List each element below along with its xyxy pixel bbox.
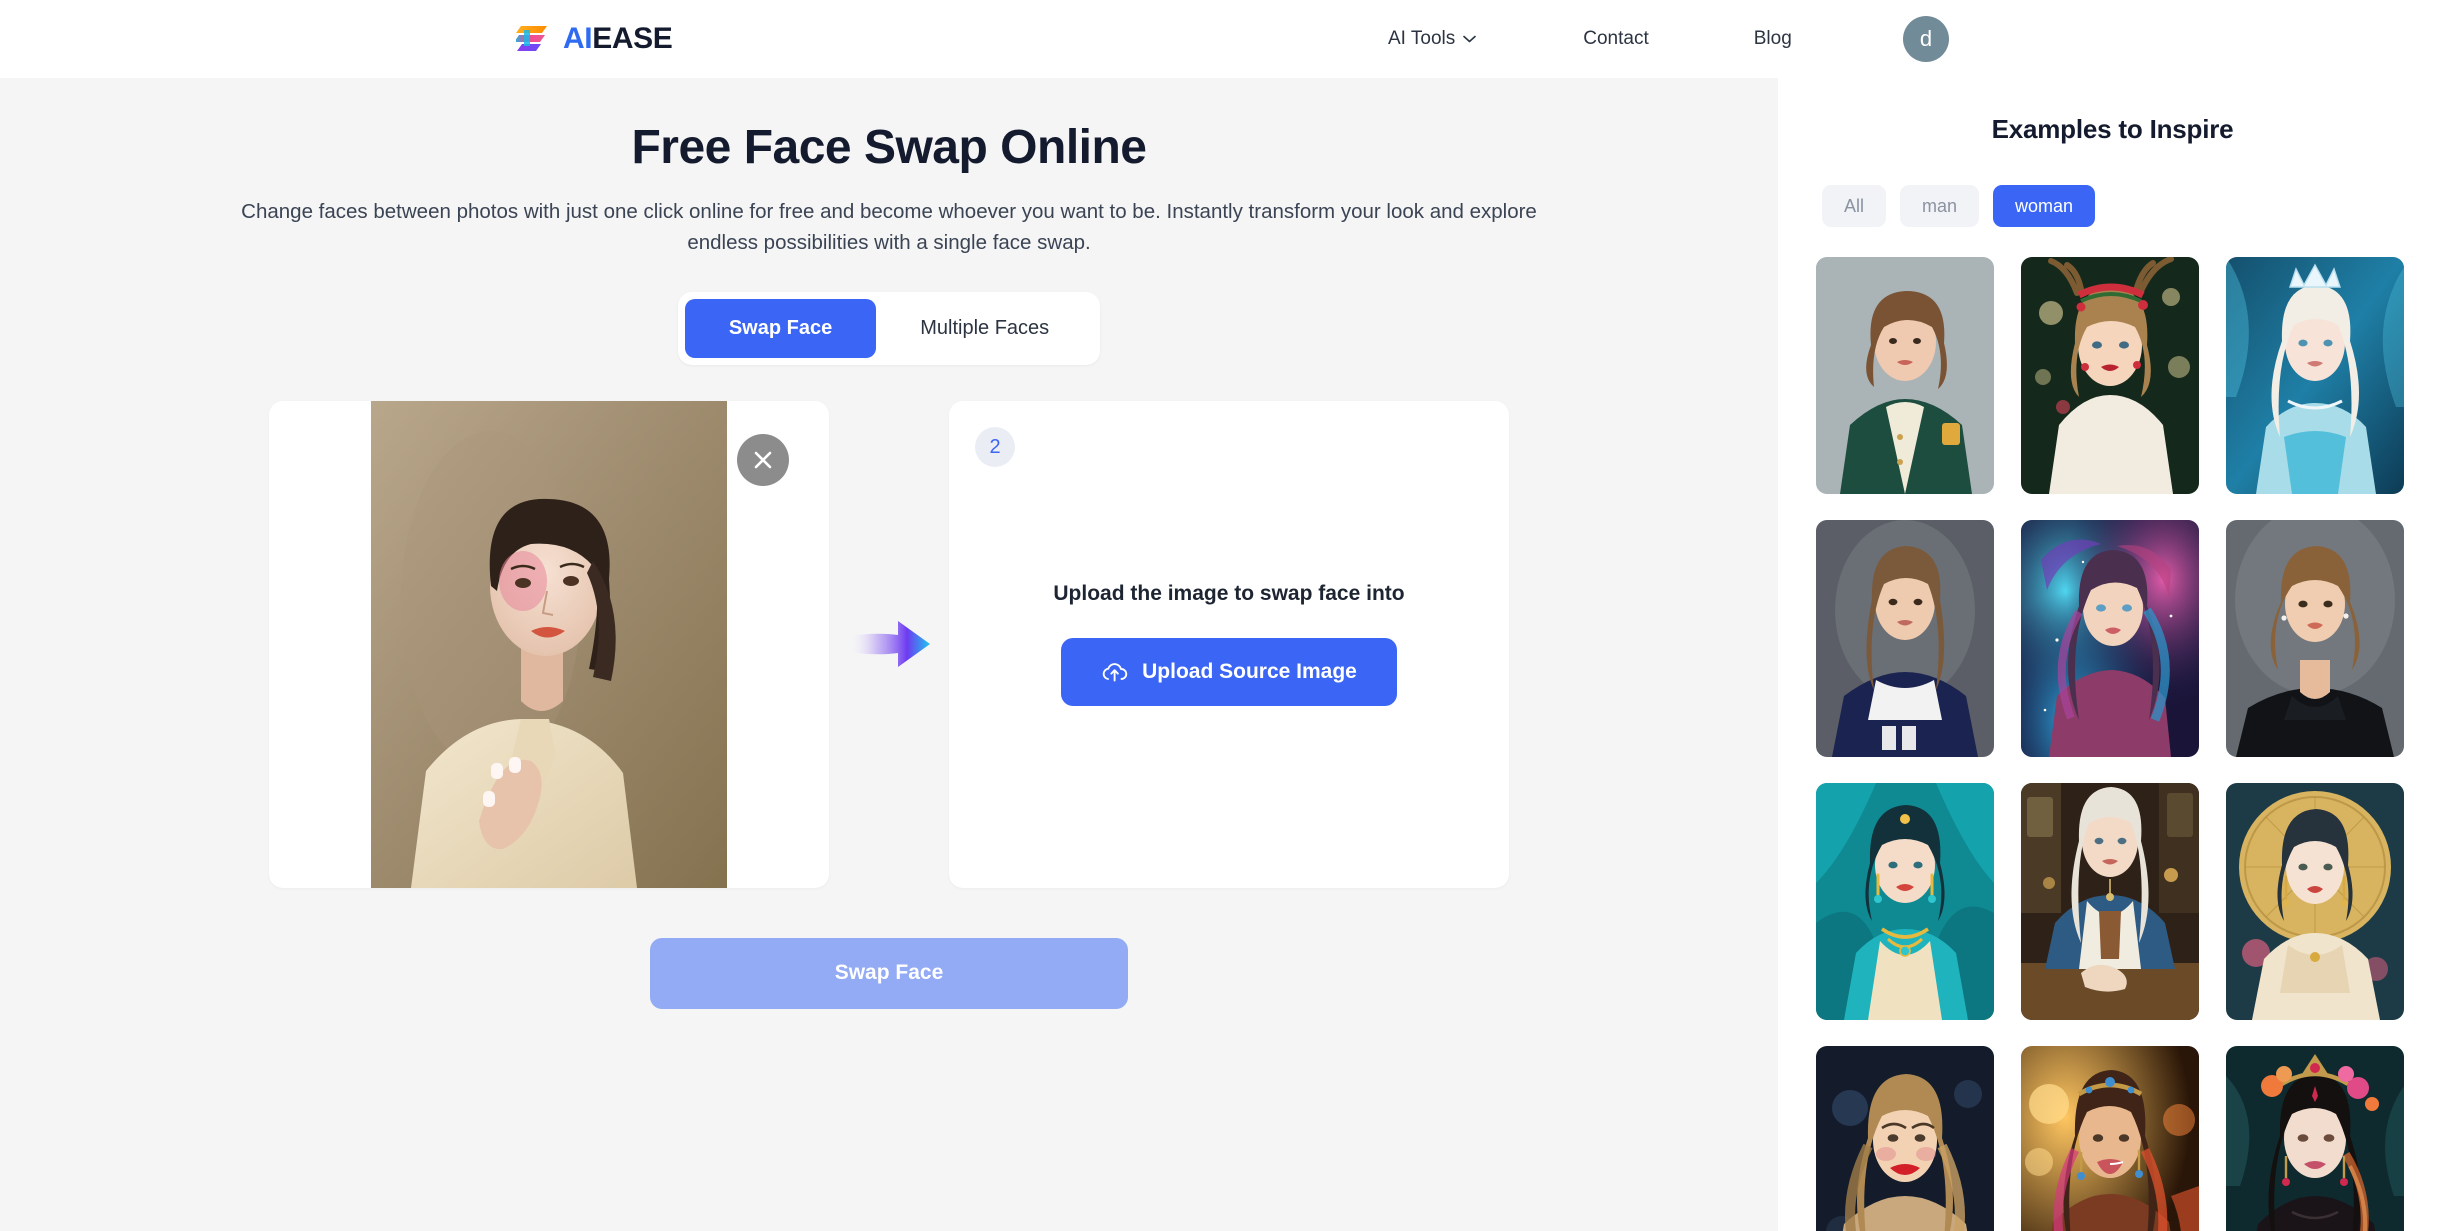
example-thumb-tiara-bokeh[interactable] [2021, 1046, 2199, 1231]
gradient-arrow-right-icon [848, 621, 930, 668]
example-thumb-galaxy-hair[interactable] [2021, 520, 2199, 757]
logo-text: AIEASE [563, 22, 673, 55]
examples-grid [1816, 257, 2409, 1231]
nav-item-ai-tools[interactable]: AI Tools [1388, 28, 1477, 50]
example-thumb-golden-halo[interactable] [2226, 783, 2404, 1020]
tab-multiple-faces[interactable]: Multiple Faces [876, 299, 1093, 358]
mode-tabs: Swap Face Multiple Faces [677, 291, 1101, 365]
tab-swap-face[interactable]: Swap Face [684, 298, 877, 358]
page-root: AIEASE AI Tools Contact Blog d Free Face [0, 0, 2447, 1231]
remove-target-image-button[interactable] [737, 433, 789, 486]
avatar-initial: d [1919, 26, 1933, 51]
teal-goddess-portrait-image [1816, 783, 1994, 1020]
school-jersey-portrait-image [1816, 520, 1994, 757]
example-thumb-black-dress[interactable] [2226, 520, 2404, 757]
example-thumb-school-jersey[interactable] [1816, 520, 1994, 757]
upload-hint-text: Upload the image to swap face into [1053, 582, 1405, 606]
filter-chip-woman[interactable]: woman [1993, 185, 2096, 227]
example-thumb-red-lips-glamour[interactable] [1816, 1046, 1994, 1231]
upload-source-image-label: Upload Source Image [1142, 660, 1357, 684]
tavern-maiden-portrait-image [2021, 783, 2199, 1020]
black-dress-portrait-image [2226, 520, 2404, 757]
examples-title: Examples to Inspire [1991, 114, 2234, 144]
page-title: Free Face Swap Online [631, 121, 1147, 174]
step-badge: 2 [975, 426, 1015, 467]
logo-text-ai: AI [563, 22, 593, 55]
green-cardigan-portrait-image [1816, 257, 1994, 494]
source-upload-panel[interactable]: 2 Upload the image to swap face into Upl… [949, 400, 1509, 888]
nav-item-contact-label: Contact [1583, 28, 1649, 49]
example-thumb-ice-queen[interactable] [2226, 257, 2404, 494]
target-image-panel[interactable] [269, 400, 829, 888]
nav-item-ai-tools-label: AI Tools [1388, 28, 1456, 49]
nav-item-blog[interactable]: Blog [1754, 28, 1792, 50]
cloud-upload-icon [1102, 662, 1128, 682]
nav-item-blog-label: Blog [1753, 28, 1792, 49]
chevron-down-icon [1463, 35, 1477, 43]
example-thumb-green-cardigan[interactable] [1816, 257, 1994, 494]
logo-text-ease: EASE [592, 22, 673, 55]
close-icon [754, 451, 772, 468]
site-header: AIEASE AI Tools Contact Blog d [0, 0, 2447, 78]
example-thumb-tavern-maiden[interactable] [2021, 783, 2199, 1020]
golden-halo-portrait-image [2226, 783, 2404, 1020]
main-content: Free Face Swap Online Change faces betwe… [0, 78, 1778, 1231]
uploaded-target-image [371, 400, 727, 888]
flower-crown-portrait-image [2226, 1046, 2404, 1231]
example-thumb-christmas-reindeer[interactable] [2021, 257, 2199, 494]
main-nav: AI Tools Contact Blog [1388, 0, 1792, 78]
nav-item-contact[interactable]: Contact [1583, 28, 1648, 50]
body-split: Free Face Swap Online Change faces betwe… [0, 78, 2447, 1231]
tiara-bokeh-portrait-image [2021, 1046, 2199, 1231]
logo[interactable]: AIEASE [516, 22, 673, 56]
upload-source-image-button[interactable]: Upload Source Image [1061, 638, 1397, 707]
workspace: 2 Upload the image to swap face into Upl… [269, 400, 1509, 888]
swap-face-button[interactable]: Swap Face [650, 937, 1128, 1009]
example-filters: All man woman [1816, 185, 2409, 227]
galaxy-hair-portrait-image [2021, 520, 2199, 757]
example-thumb-teal-goddess[interactable] [1816, 783, 1994, 1020]
examples-sidebar: Examples to Inspire All man woman [1778, 78, 2447, 1231]
ice-queen-portrait-image [2226, 257, 2404, 494]
aiease-logo-icon [516, 26, 547, 51]
christmas-reindeer-portrait-image [2021, 257, 2199, 494]
red-lips-glamour-portrait-image [1816, 1046, 1994, 1231]
filter-chip-all[interactable]: All [1822, 185, 1887, 227]
page-subtitle: Change faces between photos with just on… [241, 200, 1537, 254]
example-thumb-flower-crown[interactable] [2226, 1046, 2404, 1231]
flow-arrow-container [829, 618, 949, 670]
filter-chip-man[interactable]: man [1900, 185, 1980, 227]
avatar[interactable]: d [1903, 16, 1949, 62]
